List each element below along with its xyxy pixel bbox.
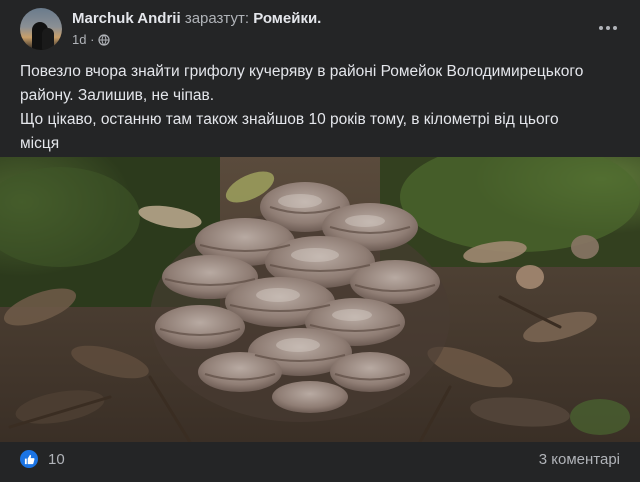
post-text-line: району. Залишив, не чіпав. [20, 87, 215, 104]
comments-count[interactable]: 3 коментарі [539, 451, 620, 468]
post-text-line: Повезло вчора знайти грифолу кучеряву в … [20, 63, 584, 80]
author-name[interactable]: Marchuk Andrii [72, 10, 181, 27]
mushroom-photo [0, 157, 640, 442]
author-line: Marchuk Andrii заразтут: Ромейки. [72, 10, 321, 27]
more-options-icon[interactable] [596, 16, 620, 40]
post-header: Marchuk Andrii заразтут: Ромейки. 1d · [20, 8, 620, 52]
avatar[interactable] [20, 8, 62, 50]
post-text-line: місця [20, 135, 60, 152]
check-in-place[interactable]: Ромейки. [253, 10, 321, 27]
post-card: Marchuk Andrii заразтут: Ромейки. 1d · П… [0, 0, 640, 482]
post-time[interactable]: 1d · [72, 32, 94, 47]
author-status: заразтут: [184, 10, 250, 27]
post-photo[interactable] [0, 157, 640, 442]
post-text: Повезло вчора знайти грифолу кучеряву в … [20, 60, 620, 156]
globe-icon[interactable] [98, 33, 111, 46]
reaction-count[interactable]: 10 [48, 451, 65, 468]
thumbs-up-icon [24, 454, 34, 464]
post-footer: 10 3 коментарі [20, 448, 620, 476]
like-icon[interactable] [20, 450, 38, 468]
post-text-line: Що цікаво, останню там також знайшов 10 … [20, 111, 559, 128]
post-meta: 1d · [72, 32, 111, 47]
